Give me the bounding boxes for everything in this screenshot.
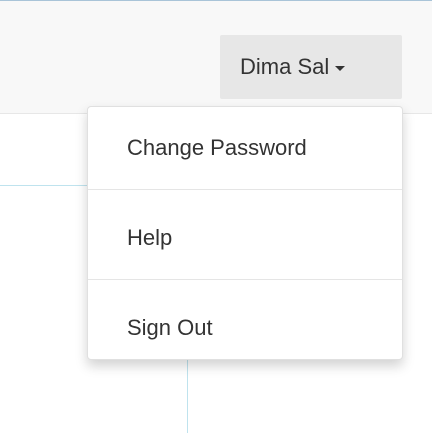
menu-item-label: Help bbox=[127, 225, 173, 250]
menu-item-help[interactable]: Help bbox=[88, 205, 402, 271]
background-line-vertical bbox=[187, 356, 188, 433]
menu-item-sign-out[interactable]: Sign Out bbox=[88, 295, 402, 361]
menu-item-label: Sign Out bbox=[127, 315, 213, 340]
menu-item-label: Change Password bbox=[127, 135, 307, 160]
menu-divider bbox=[88, 279, 402, 280]
user-name-label: Dima Sal bbox=[240, 54, 330, 79]
navbar: Dima Sal bbox=[0, 1, 432, 114]
caret-down-icon bbox=[335, 65, 346, 71]
menu-item-change-password[interactable]: Change Password bbox=[88, 115, 402, 181]
menu-divider bbox=[88, 189, 402, 190]
user-menu-toggle[interactable]: Dima Sal bbox=[220, 35, 402, 99]
background-line-horizontal bbox=[0, 185, 90, 186]
user-dropdown-menu: Change Password Help Sign Out bbox=[87, 106, 403, 360]
